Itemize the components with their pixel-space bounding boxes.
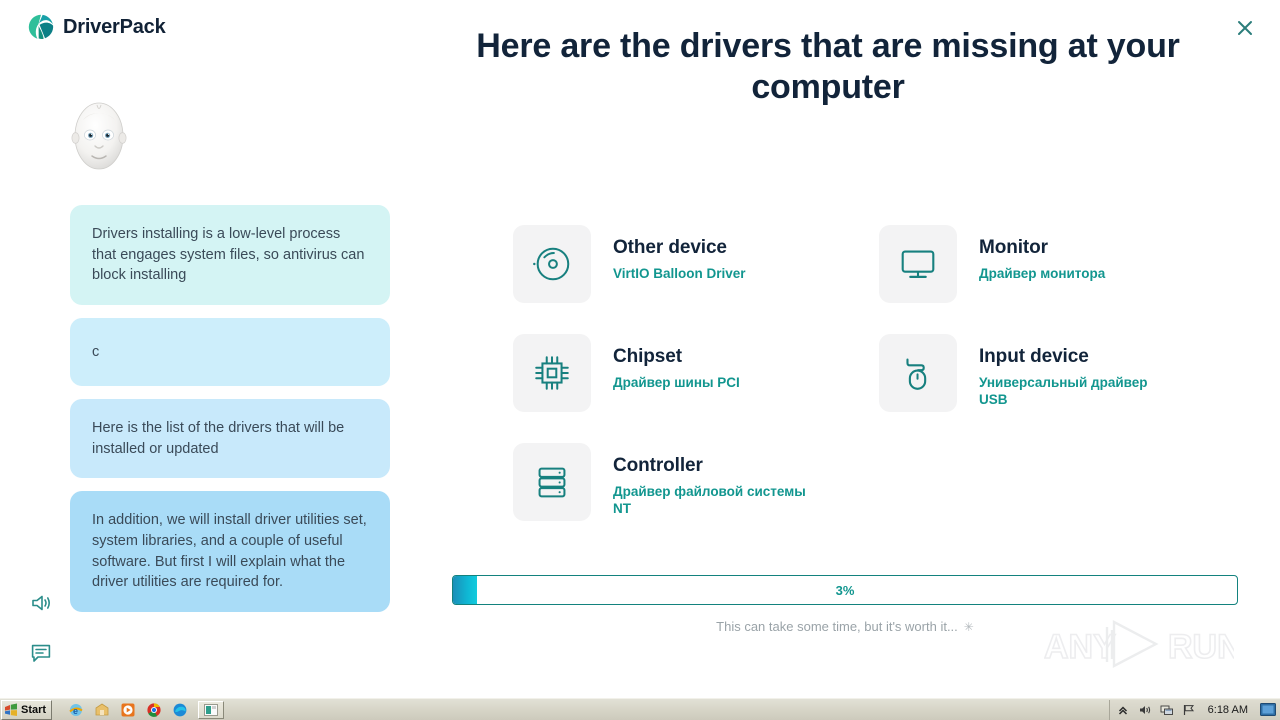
monitor-icon [879, 225, 957, 303]
driver-title: Input device [979, 346, 1089, 367]
driver-item: Other device VirtIO Balloon Driver [513, 225, 853, 303]
install-progress: 3% This can take some time, but it's wor… [452, 575, 1238, 634]
progress-percent: 3% [835, 582, 855, 598]
progress-note-text: This can take some time, but it's worth … [716, 619, 958, 634]
progress-note: This can take some time, but it's worth … [452, 619, 1238, 634]
driver-item: Controller Драйвер файловой системы NT [513, 443, 853, 521]
driver-subtitle: Драйвер монитора [979, 265, 1106, 281]
close-icon [1235, 18, 1255, 38]
svg-text:e: e [73, 706, 78, 716]
edge-icon[interactable] [172, 702, 188, 718]
chat-bubble: c [70, 317, 390, 387]
driver-title: Other device [613, 237, 727, 258]
brand: DriverPack [28, 14, 166, 40]
driver-item: Monitor Драйвер монитора [879, 225, 1219, 303]
driver-title: Chipset [613, 346, 682, 367]
show-hidden-icons-icon[interactable] [1116, 703, 1130, 717]
system-tray: 6:18 AM [1108, 699, 1280, 720]
driver-title: Monitor [979, 237, 1048, 258]
quick-launch-bar: e [68, 702, 188, 718]
progress-bar-fill [453, 576, 477, 604]
show-desktop-icon[interactable] [94, 702, 110, 718]
flag-icon[interactable] [1182, 703, 1196, 717]
page-title: Here are the drivers that are missing at… [476, 27, 1180, 106]
driver-subtitle: Драйвер файловой системы NT [613, 483, 806, 517]
start-label: Start [21, 703, 47, 716]
windows-flag-icon [5, 703, 17, 716]
left-controls [30, 592, 52, 664]
driver-title: Controller [613, 455, 703, 476]
assistant-avatar [70, 98, 128, 172]
driver-subtitle: Универсальный драйвер USB [979, 374, 1148, 408]
volume-icon[interactable] [1138, 703, 1152, 717]
spinner-icon: ✳ [963, 619, 974, 634]
start-button[interactable]: Start [1, 699, 53, 720]
driver-subtitle: VirtIO Balloon Driver [613, 265, 746, 281]
windows-taskbar: Start e 6:18 AM [0, 698, 1280, 720]
chrome-icon[interactable] [146, 702, 162, 718]
chip-icon [513, 334, 591, 412]
driver-subtitle: Драйвер шины PCI [613, 374, 740, 390]
chat-bubble-icon[interactable] [30, 642, 52, 664]
driverpack-window-icon [204, 703, 219, 716]
disc-icon [513, 225, 591, 303]
driverpack-logo-icon [28, 14, 54, 40]
brand-name: DriverPack [63, 15, 166, 38]
chat-bubble: Drivers installing is a low-level proces… [70, 205, 390, 305]
progress-bar: 3% [452, 575, 1238, 605]
mouse-icon [879, 334, 957, 412]
desktop-preview-icon[interactable] [1260, 703, 1276, 716]
driverpack-window: DriverPack Drivers installing is a low-l… [0, 0, 1280, 720]
driverpack-task-button[interactable] [198, 700, 225, 719]
driver-item: Input device Универсальный драйвер USB [879, 334, 1219, 412]
assistant-chat: Drivers installing is a low-level proces… [70, 205, 390, 612]
taskbar-clock[interactable]: 6:18 AM [1204, 704, 1252, 716]
media-player-icon[interactable] [120, 702, 136, 718]
chat-bubble: In addition, we will install driver util… [70, 491, 390, 612]
chat-bubble: Here is the list of the drivers that wil… [70, 399, 390, 479]
missing-drivers-list: Other device VirtIO Balloon Driver Monit… [513, 225, 1233, 521]
internet-explorer-icon[interactable]: e [68, 702, 84, 718]
speaker-icon[interactable] [30, 592, 52, 614]
driver-item: Chipset Драйвер шины PCI [513, 334, 853, 412]
network-icon[interactable] [1160, 703, 1174, 717]
server-icon [513, 443, 591, 521]
